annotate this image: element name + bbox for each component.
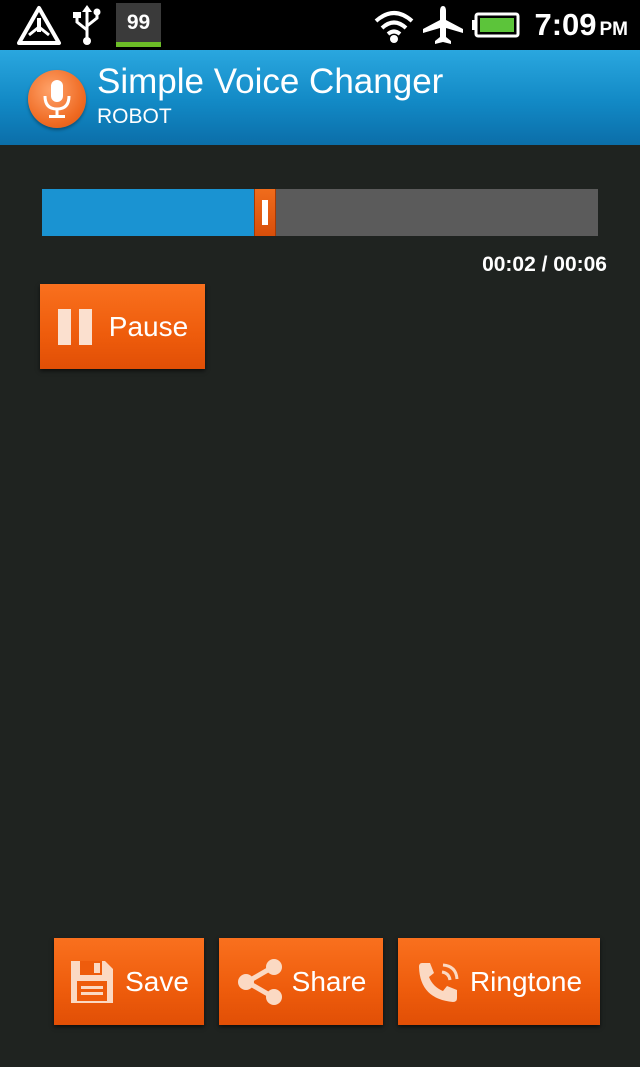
ringtone-button[interactable]: Ringtone: [398, 938, 600, 1025]
app-logo[interactable]: [28, 70, 86, 128]
pause-icon: [57, 308, 92, 345]
voice-effect-name: ROBOT: [97, 105, 172, 128]
notification-count-badge: 99: [116, 3, 161, 47]
seek-bar-thumb[interactable]: [254, 189, 276, 236]
clock: 7:09 PM: [534, 6, 628, 49]
phone-ringing-icon: [418, 962, 459, 1002]
pause-button[interactable]: Pause: [40, 284, 205, 369]
wifi-icon: [374, 11, 414, 43]
seek-bar-progress: [42, 189, 256, 236]
save-button[interactable]: Save: [54, 938, 204, 1025]
seek-thumb-grip: [262, 200, 268, 225]
share-button[interactable]: Share: [219, 938, 383, 1025]
badge-underline: [116, 42, 161, 47]
usb-icon: [73, 5, 101, 45]
playback-time: 00:02 / 00:06: [482, 253, 607, 276]
share-label: Share: [291, 965, 367, 997]
ringtone-label: Ringtone: [469, 965, 583, 997]
pause-label: Pause: [108, 310, 189, 342]
clock-ampm: PM: [599, 19, 629, 40]
floppy-disk-icon: [71, 960, 114, 1003]
status-bar: 99 7:09 PM: [0, 0, 640, 50]
airplane-mode-icon: [423, 6, 463, 44]
notification-count: 99: [126, 11, 151, 34]
clock-time: 7:09: [534, 7, 597, 42]
playback-seek-bar[interactable]: [42, 189, 598, 236]
share-icon: [237, 958, 282, 1005]
save-label: Save: [125, 965, 189, 997]
microphone-icon: [43, 80, 71, 118]
warning-icon: [17, 6, 61, 45]
app-title: Simple Voice Changer: [97, 62, 444, 101]
battery-icon: [472, 12, 520, 38]
app-title-bar: Simple Voice Changer ROBOT: [0, 50, 640, 145]
